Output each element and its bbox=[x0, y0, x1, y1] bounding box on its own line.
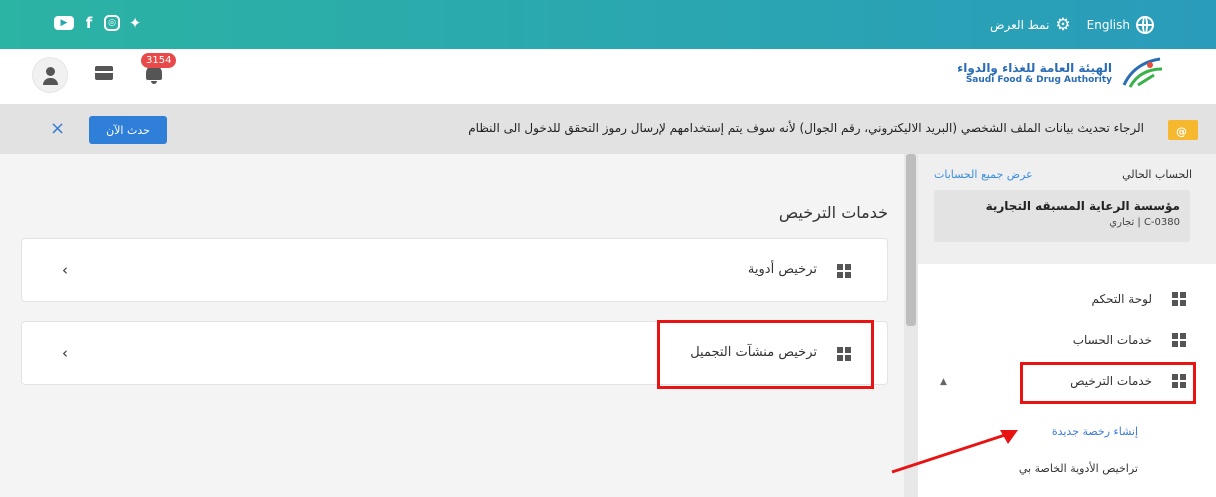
chevron-up-icon: ▲ bbox=[940, 377, 947, 387]
service-card-label: ترخيص أدوية bbox=[747, 262, 817, 277]
facebook-icon[interactable]: f bbox=[80, 14, 98, 32]
red-arrow-icon bbox=[891, 430, 1018, 474]
logo-english-text: Saudi Food & Drug Authority bbox=[965, 75, 1112, 85]
profile-update-notice: × حدث الآن الرجاء تحديث بيانات الملف الش… bbox=[0, 105, 1216, 154]
chevron-left-icon: ‹ bbox=[62, 344, 68, 362]
language-switch[interactable]: English bbox=[1087, 16, 1154, 34]
display-mode-toggle[interactable]: نمط العرض ⚙ bbox=[990, 15, 1071, 35]
account-number: C-0380 | تجاري bbox=[1109, 217, 1180, 228]
chevron-left-icon: ‹ bbox=[62, 261, 68, 279]
grid-icon bbox=[1172, 292, 1186, 306]
sfda-logo[interactable]: الهيئة العامة للغذاء والدواء Saudi Food … bbox=[957, 55, 1164, 91]
scroll-thumb[interactable] bbox=[906, 154, 916, 326]
highlight-box-licensing bbox=[1020, 362, 1196, 404]
top-bar: ▶ f ◎ ✦ نمط العرض ⚙ English bbox=[0, 0, 1216, 49]
instagram-icon[interactable]: ◎ bbox=[104, 15, 120, 31]
sidebar-item-label: خدمات الحساب bbox=[1072, 333, 1152, 347]
current-account-label: الحساب الحالي bbox=[1122, 168, 1192, 181]
social-links: ▶ f ◎ ✦ bbox=[54, 14, 144, 32]
grid-icon bbox=[1172, 333, 1186, 347]
account-name: مؤسسة الرعاية المسبقه التجارية bbox=[985, 199, 1180, 213]
twitter-icon[interactable]: ✦ bbox=[126, 14, 144, 32]
close-icon[interactable]: × bbox=[50, 118, 65, 139]
submenu-my-medicine-licenses[interactable]: تراخيص الأدوية الخاصة بي bbox=[1019, 462, 1138, 475]
display-mode-label: نمط العرض bbox=[990, 18, 1050, 32]
logo-arabic-text: الهيئة العامة للغذاء والدواء bbox=[957, 61, 1112, 75]
view-all-accounts-link[interactable]: عرض جميع الحسابات bbox=[934, 168, 1033, 181]
update-now-button[interactable]: حدث الآن bbox=[89, 116, 167, 144]
youtube-icon[interactable]: ▶ bbox=[54, 16, 74, 30]
user-avatar-icon[interactable] bbox=[32, 57, 68, 93]
current-account-card: مؤسسة الرعاية المسبقه التجارية C-0380 | … bbox=[934, 190, 1190, 242]
grid-icon bbox=[837, 264, 851, 278]
package-icon[interactable] bbox=[95, 66, 113, 80]
sfda-logo-mark-icon bbox=[1122, 57, 1163, 88]
gear-icon: ⚙ bbox=[1055, 15, 1071, 35]
service-card-medicines[interactable]: ‹ ترخيص أدوية bbox=[21, 238, 888, 302]
header: 3154 الهيئة العامة للغذاء والدواء Saudi … bbox=[0, 49, 1216, 105]
language-label: English bbox=[1086, 18, 1130, 32]
highlight-box-cosmetics bbox=[657, 320, 874, 389]
notification-count-badge: 3154 bbox=[141, 53, 177, 68]
envelope-icon: @ bbox=[1168, 116, 1198, 142]
globe-icon bbox=[1136, 16, 1154, 34]
submenu-create-new-license[interactable]: إنشاء رخصة جديدة bbox=[1052, 425, 1138, 438]
notice-text: الرجاء تحديث بيانات الملف الشخصي (البريد… bbox=[468, 121, 1144, 135]
page-title: خدمات الترخيص bbox=[778, 203, 888, 222]
sidebar-item-label: لوحة التحكم bbox=[1091, 292, 1153, 306]
